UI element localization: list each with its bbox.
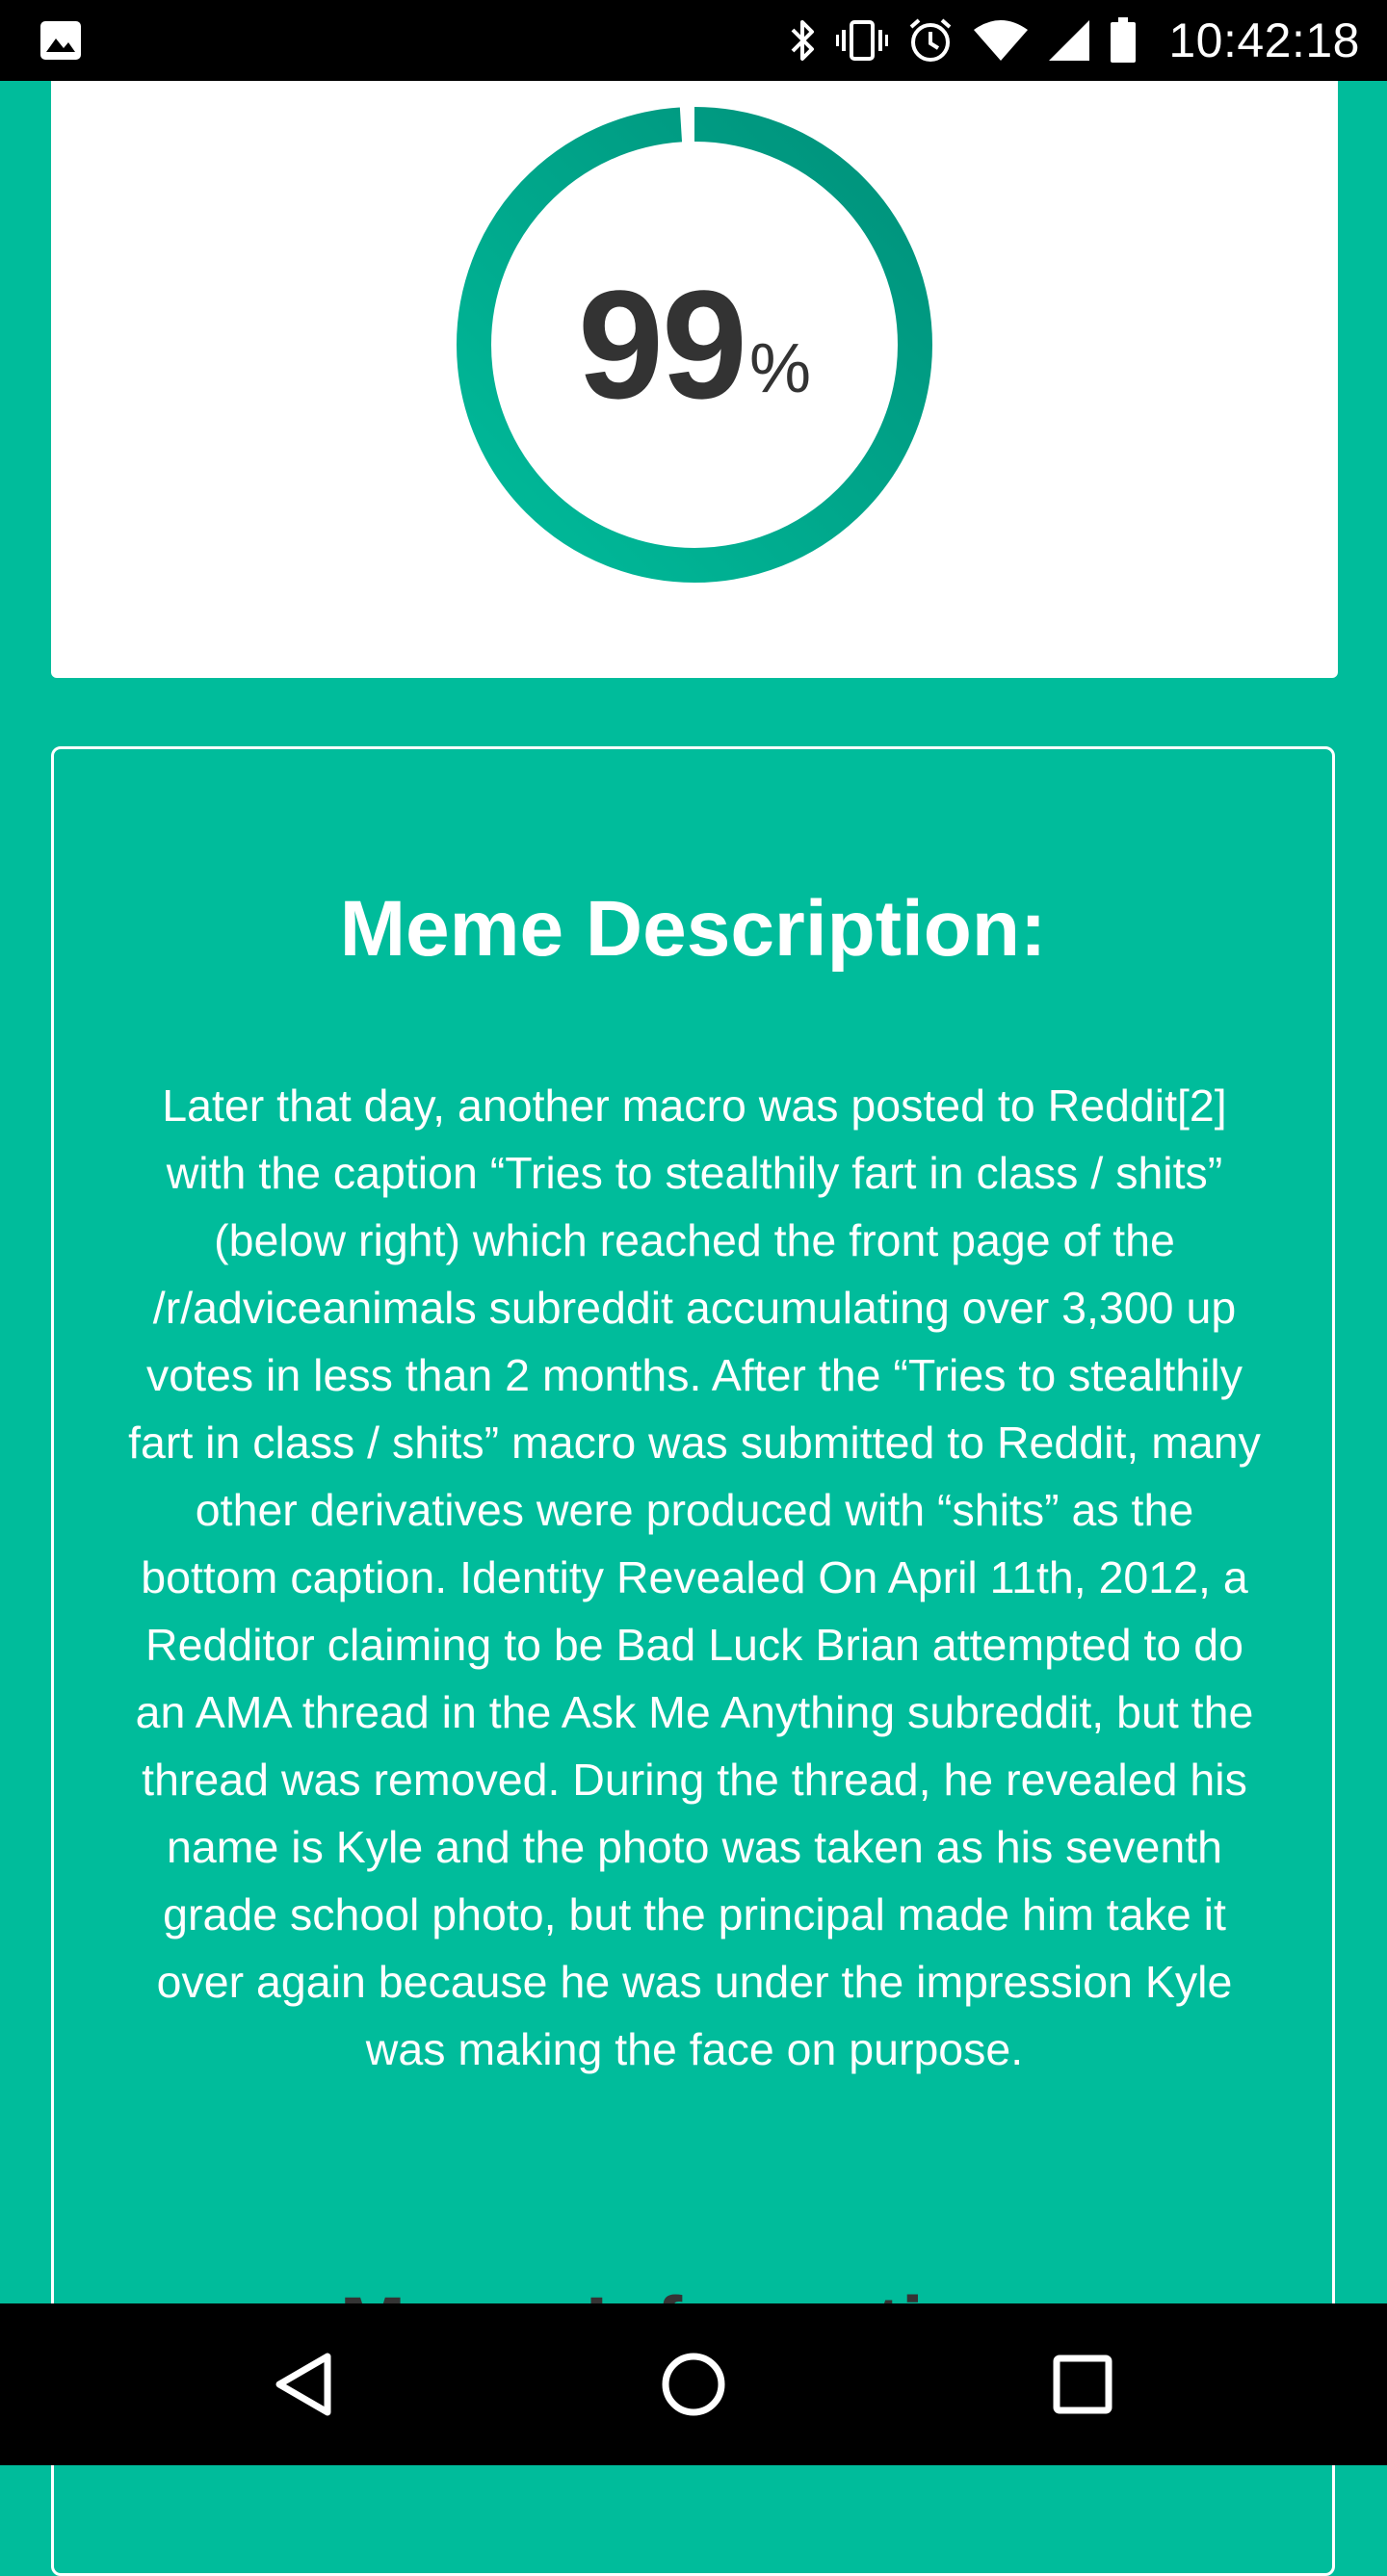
home-button[interactable] [616,2303,771,2465]
description-card: Meme Description: Later that day, anothe… [51,746,1335,2576]
wifi-icon [972,18,1030,63]
status-bar: 10:42:18 [0,0,1387,81]
bluetooth-icon [789,18,818,63]
description-body: Later that day, another macro was posted… [128,1080,1261,2074]
recents-button[interactable] [1006,2303,1160,2465]
back-button[interactable] [227,2303,381,2465]
back-icon [274,2351,335,2418]
score-card: 99 % [51,81,1338,678]
navigation-bar [0,2303,1387,2465]
battery-icon [1109,16,1138,65]
recents-icon [1052,2354,1113,2415]
score-number: 99 [578,258,747,430]
description-title: Meme Description: [339,885,1047,973]
clock-time: 10:42:18 [1168,13,1360,67]
score-unit: % [748,330,811,407]
signal-icon [1047,18,1091,63]
alarm-icon [906,16,955,65]
home-icon [660,2351,727,2418]
vibrate-icon [835,18,889,63]
score-value: 99 % [457,107,932,583]
image-icon [39,19,83,62]
